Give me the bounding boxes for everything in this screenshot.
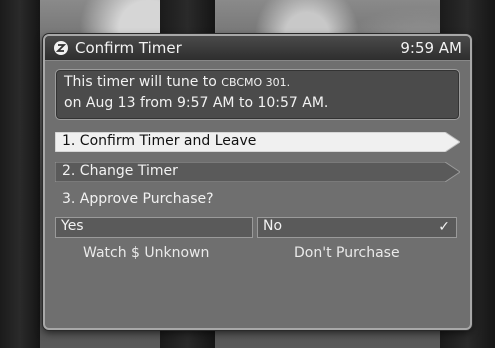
option-label: 1. Confirm Timer and Leave — [62, 133, 257, 149]
timer-info-box: This timer will tune to CBCMO 301. on Au… — [55, 69, 460, 120]
yes-label: Yes — [61, 218, 84, 234]
yes-sublabel: Watch $ Unknown — [83, 245, 210, 261]
option-label: 2. Change Timer — [62, 163, 178, 179]
tree-silhouette — [0, 0, 40, 348]
clock: 9:59 AM — [400, 39, 462, 57]
no-label: No — [263, 218, 283, 234]
yes-button[interactable]: Yes — [55, 217, 253, 238]
dialog-title: Confirm Timer — [75, 39, 182, 57]
checkmark-icon: ✓ — [438, 219, 450, 235]
approve-purchase-question: 3. Approve Purchase? — [62, 191, 214, 207]
info-line-2: on Aug 13 from 9:57 AM to 10:57 AM. — [64, 95, 329, 111]
confirm-timer-dialog: Confirm Timer 9:59 AM This timer will tu… — [43, 34, 472, 330]
channel-label: CBCMO 301. — [221, 76, 291, 89]
no-sublabel: Don't Purchase — [294, 245, 400, 261]
info-line-1: This timer will tune to CBCMO 301. — [64, 72, 290, 93]
confirm-timer-option[interactable]: 1. Confirm Timer and Leave — [55, 132, 460, 152]
info-prefix: This timer will tune to — [64, 74, 217, 90]
title-bar: Confirm Timer 9:59 AM — [45, 36, 470, 61]
timer-icon — [54, 41, 68, 55]
no-button[interactable]: No ✓ — [257, 217, 457, 238]
change-timer-option[interactable]: 2. Change Timer — [55, 162, 460, 182]
